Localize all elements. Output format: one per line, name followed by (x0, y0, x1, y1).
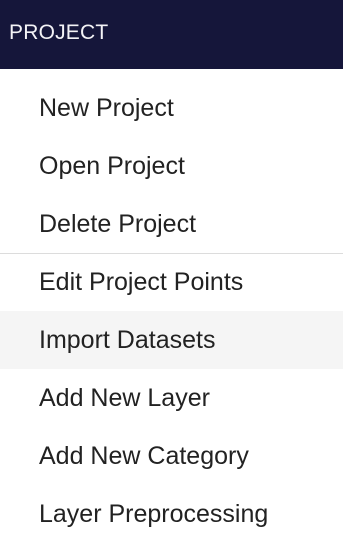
panel-header-title: PROJECT (9, 21, 109, 44)
menu-item-add-new-layer[interactable]: Add New Layer (0, 369, 343, 427)
menu-item-layer-preprocessing[interactable]: Layer Preprocessing (0, 485, 343, 543)
menu-item-delete-project[interactable]: Delete Project (0, 195, 343, 253)
menu-item-open-project[interactable]: Open Project (0, 137, 343, 195)
menu-item-new-project[interactable]: New Project (0, 79, 343, 137)
project-menu-panel: PROJECT New Project Open Project Delete … (0, 0, 343, 545)
menu-item-add-new-category[interactable]: Add New Category (0, 427, 343, 485)
menu-item-import-datasets[interactable]: Import Datasets (0, 311, 343, 369)
panel-header: PROJECT (0, 0, 343, 69)
project-menu: New Project Open Project Delete Project … (0, 79, 343, 543)
menu-item-edit-project-points[interactable]: Edit Project Points (0, 253, 343, 311)
